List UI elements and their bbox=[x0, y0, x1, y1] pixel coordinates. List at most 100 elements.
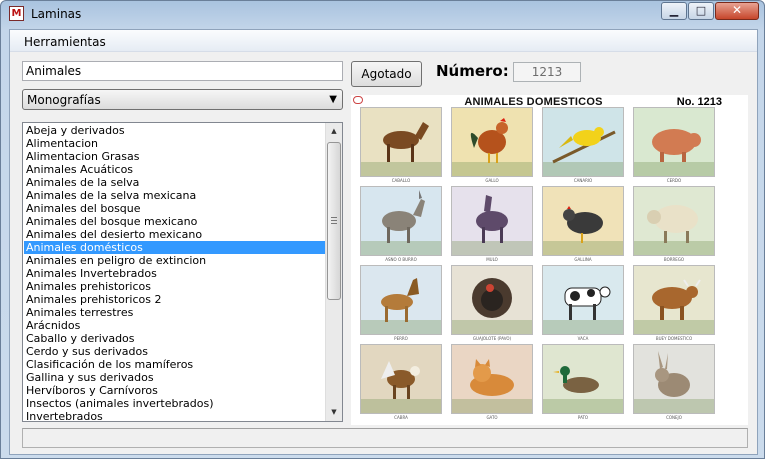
list-item[interactable]: Cerdo y sus derivados bbox=[24, 345, 327, 358]
lamina-cell bbox=[633, 186, 715, 256]
maximize-icon: □ bbox=[695, 4, 707, 17]
lamina-cell bbox=[633, 344, 715, 414]
lamina-caption: CANARIO bbox=[573, 178, 593, 183]
scrollbar-thumb[interactable] bbox=[327, 142, 341, 300]
menu-herramientas[interactable]: Herramientas bbox=[24, 35, 106, 49]
lamina-cell bbox=[633, 265, 715, 335]
category-select[interactable]: Monografías ▼ bbox=[22, 89, 343, 110]
list-item[interactable]: Animales domésticos bbox=[24, 241, 327, 254]
lamina-preview: ANIMALES DOMESTICOS No. 1213 CABALLO GALL… bbox=[351, 95, 748, 425]
app-window: M Laminas ▁ □ ✕ Herramientas Monografías… bbox=[0, 0, 765, 459]
sheep-icon bbox=[634, 205, 714, 255]
minimize-button[interactable]: ▁ bbox=[661, 2, 687, 20]
lamina-cell bbox=[451, 186, 533, 256]
list-item[interactable]: Animales prehistoricos bbox=[24, 280, 327, 293]
scroll-down-icon[interactable]: ▼ bbox=[326, 404, 342, 421]
topics-list: Abeja y derivados Alimentacion Alimentacio… bbox=[24, 124, 327, 421]
list-item[interactable]: Animales Acuáticos bbox=[24, 163, 327, 176]
lamina-caption: GUAJOLOTE (PAVO) bbox=[472, 336, 512, 341]
list-item[interactable]: Alimentacion Grasas bbox=[24, 150, 327, 163]
donkey-icon bbox=[361, 190, 441, 255]
minimize-icon: ▁ bbox=[669, 4, 679, 17]
close-icon: ✕ bbox=[731, 3, 743, 17]
lamina-cell bbox=[451, 107, 533, 177]
client-area: Herramientas Monografías ▼ Abeja y deriv… bbox=[9, 29, 758, 455]
lamina-caption: GALLO bbox=[485, 178, 499, 183]
scroll-up-icon[interactable]: ▲ bbox=[326, 123, 342, 140]
topics-listbox[interactable]: Abeja y derivados Alimentacion Alimentacio… bbox=[22, 122, 343, 422]
lamina-cell bbox=[451, 344, 533, 414]
list-item[interactable]: Insectos (animales invertebrados) bbox=[24, 397, 327, 410]
cat-icon bbox=[452, 359, 532, 413]
list-item[interactable]: Gallina y sus derivados bbox=[24, 371, 327, 384]
lamina-cell bbox=[360, 265, 442, 335]
canary-icon bbox=[543, 127, 623, 176]
search-input[interactable] bbox=[22, 61, 343, 81]
goat-icon bbox=[361, 361, 441, 413]
lamina-cell bbox=[451, 265, 533, 335]
list-item[interactable]: Animales del bosque mexicano bbox=[24, 215, 327, 228]
list-item[interactable]: Arácnidos bbox=[24, 319, 327, 332]
lamina-caption: GATO bbox=[486, 415, 498, 420]
lamina-caption: GALLINA bbox=[574, 257, 592, 262]
list-item[interactable]: Hervíboros y Carnívoros bbox=[24, 384, 327, 397]
list-item[interactable]: Abeja y derivados bbox=[24, 124, 327, 137]
cow-icon bbox=[543, 286, 623, 334]
lamina-caption: CABALLO bbox=[391, 178, 411, 183]
lamina-cell bbox=[360, 107, 442, 177]
chevron-down-icon: ▼ bbox=[329, 94, 337, 105]
list-item[interactable]: Alimentacion bbox=[24, 137, 327, 150]
lamina-cell bbox=[360, 186, 442, 256]
lamina-cell bbox=[542, 344, 624, 414]
list-item[interactable]: Animales terrestres bbox=[24, 306, 327, 319]
category-select-value: Monografías bbox=[27, 93, 101, 107]
hen-icon bbox=[543, 206, 623, 255]
list-scrollbar[interactable]: ▲ ▼ bbox=[325, 123, 342, 421]
pig-icon bbox=[634, 129, 714, 176]
title-bar[interactable]: M Laminas ▁ □ ✕ bbox=[1, 1, 764, 27]
app-logo-icon: M bbox=[9, 6, 24, 21]
grip-icon bbox=[331, 217, 337, 224]
list-item[interactable]: Animales de la selva bbox=[24, 176, 327, 189]
lamina-caption: MULO bbox=[486, 257, 498, 262]
lamina-caption: VACA bbox=[577, 336, 589, 341]
list-item[interactable]: Animales del desierto mexicano bbox=[24, 228, 327, 241]
agotado-button[interactable]: Agotado bbox=[351, 61, 422, 87]
list-item[interactable]: Animales en peligro de extincion bbox=[24, 254, 327, 267]
window-title: Laminas bbox=[31, 7, 82, 21]
lamina-cell bbox=[360, 344, 442, 414]
lamina-cell bbox=[633, 107, 715, 177]
rooster-icon bbox=[452, 118, 532, 176]
horse-icon bbox=[361, 122, 441, 176]
list-item[interactable]: Animales Invertebrados bbox=[24, 267, 327, 280]
list-item[interactable]: Animales de la selva mexicana bbox=[24, 189, 327, 202]
lamina-caption: BUEY DOMESTICO bbox=[655, 336, 693, 341]
lamina-caption: CONEJO bbox=[666, 415, 682, 420]
list-item[interactable]: Clasificación de los mamíferos bbox=[24, 358, 327, 371]
menu-bar: Herramientas bbox=[10, 30, 757, 52]
lamina-caption: CABRA bbox=[394, 415, 408, 420]
numero-label: Número: bbox=[436, 62, 509, 80]
lamina-cell bbox=[542, 186, 624, 256]
lamina-caption: BORREGO bbox=[663, 257, 685, 262]
lamina-caption: ASNO O BURRO bbox=[385, 257, 417, 262]
lamina-caption: PERRO bbox=[394, 336, 408, 341]
mule-icon bbox=[452, 195, 532, 255]
turkey-icon bbox=[452, 278, 532, 334]
list-item[interactable]: Animales del bosque bbox=[24, 202, 327, 215]
numero-field: 1213 bbox=[513, 62, 581, 82]
close-button[interactable]: ✕ bbox=[715, 2, 759, 20]
status-panel bbox=[22, 428, 748, 448]
list-item[interactable]: Caballo y derivados bbox=[24, 332, 327, 345]
list-item[interactable]: Invertebrados bbox=[24, 410, 327, 421]
window-controls: ▁ □ ✕ bbox=[660, 2, 759, 20]
list-item[interactable]: Animales prehistoricos 2 bbox=[24, 293, 327, 306]
lamina-cell bbox=[542, 107, 624, 177]
lamina-caption: PATO bbox=[577, 415, 589, 420]
rabbit-icon bbox=[634, 351, 714, 413]
dog-icon bbox=[361, 278, 441, 334]
maximize-button[interactable]: □ bbox=[688, 2, 714, 20]
duck-icon bbox=[543, 366, 623, 413]
ox-icon bbox=[634, 279, 714, 334]
lamina-caption: CERDO bbox=[666, 178, 682, 183]
